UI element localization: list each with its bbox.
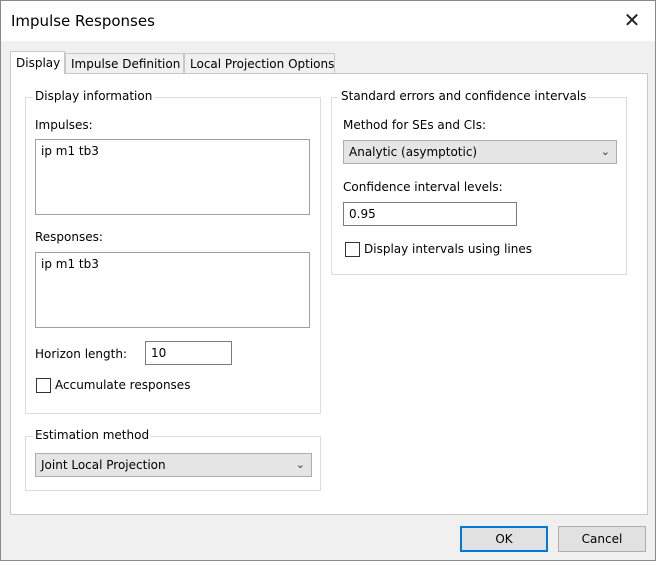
display-intervals-lines-label: Display intervals using lines xyxy=(364,242,532,256)
ci-levels-input[interactable]: 0.95 xyxy=(343,202,517,226)
se-method-select[interactable]: Analytic (asymptotic) ⌄ xyxy=(343,140,617,164)
responses-label: Responses: xyxy=(35,230,103,244)
se-method-label: Method for SEs and CIs: xyxy=(343,118,487,132)
ci-levels-label: Confidence interval levels: xyxy=(343,180,503,194)
horizon-length-label: Horizon length: xyxy=(35,347,127,361)
ok-button[interactable]: OK xyxy=(460,526,548,552)
display-information-group: Display information Impulses: ip m1 tb3 … xyxy=(25,89,321,414)
accumulate-responses-checkbox[interactable] xyxy=(36,378,51,393)
tab-display[interactable]: Display xyxy=(10,51,65,74)
display-intervals-lines-checkbox[interactable] xyxy=(345,242,360,257)
se-method-value: Analytic (asymptotic) xyxy=(349,145,478,159)
title-bar: Impulse Responses ✕ xyxy=(1,1,655,41)
estimation-method-legend: Estimation method xyxy=(33,428,152,442)
display-tab-panel: Display information Impulses: ip m1 tb3 … xyxy=(10,73,648,515)
impulses-textarea[interactable]: ip m1 tb3 xyxy=(35,139,310,215)
standard-errors-group: Standard errors and confidence intervals… xyxy=(331,89,627,275)
estimation-method-select[interactable]: Joint Local Projection ⌄ xyxy=(35,453,312,477)
dialog-client-area: Display Impulse Definition Local Project… xyxy=(1,41,655,560)
impulse-responses-dialog: Impulse Responses ✕ Display Impulse Defi… xyxy=(0,0,656,561)
chevron-down-icon: ⌄ xyxy=(295,458,305,471)
display-information-legend: Display information xyxy=(33,89,155,103)
impulses-label: Impulses: xyxy=(35,118,93,132)
estimation-method-value: Joint Local Projection xyxy=(41,458,166,472)
close-icon[interactable]: ✕ xyxy=(609,1,655,41)
responses-textarea[interactable]: ip m1 tb3 xyxy=(35,252,310,328)
chevron-down-icon: ⌄ xyxy=(600,145,610,158)
horizon-length-input[interactable]: 10 xyxy=(145,341,232,365)
tab-local-projection-options[interactable]: Local Projection Options xyxy=(184,53,335,73)
estimation-method-group: Estimation method Joint Local Projection… xyxy=(25,428,321,491)
dialog-title: Impulse Responses xyxy=(11,12,155,30)
accumulate-responses-label: Accumulate responses xyxy=(55,378,191,392)
standard-errors-legend: Standard errors and confidence intervals xyxy=(339,89,589,103)
tab-impulse-definition[interactable]: Impulse Definition xyxy=(65,53,184,73)
cancel-button[interactable]: Cancel xyxy=(558,526,646,552)
